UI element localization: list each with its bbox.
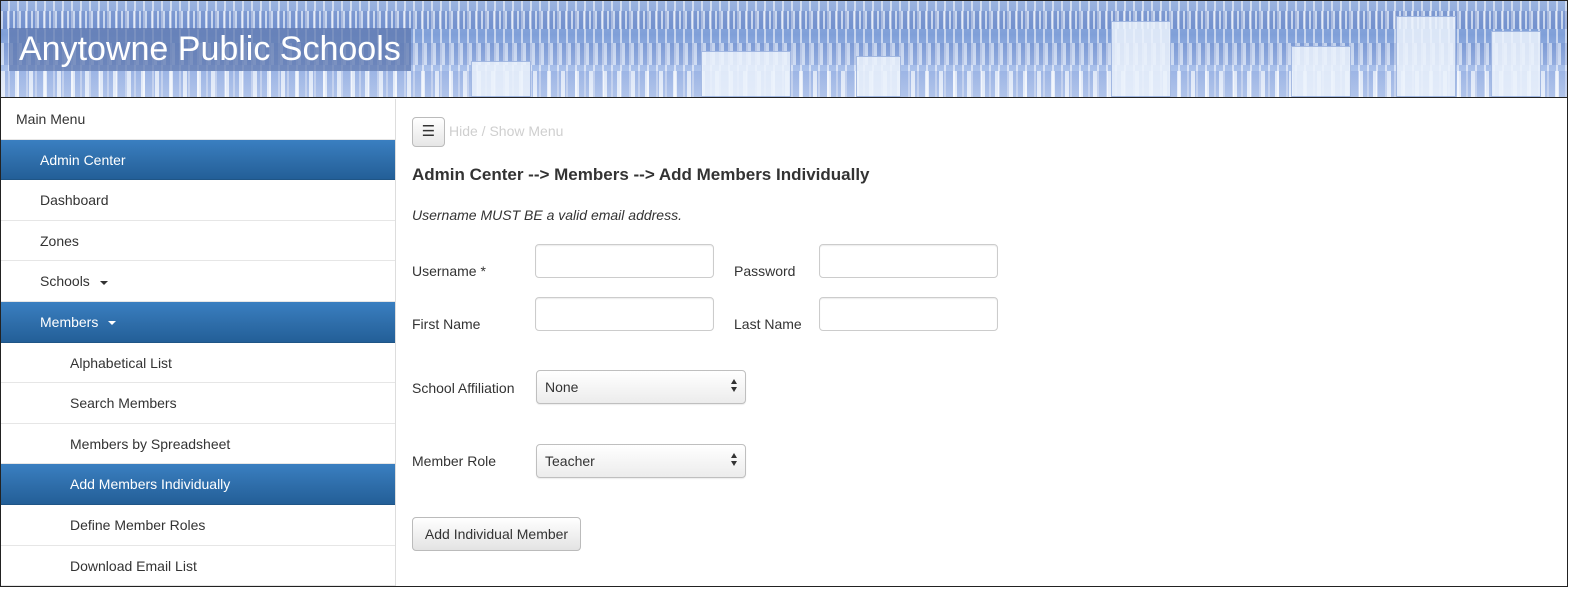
sidebar-item-label: Admin Center: [40, 151, 126, 168]
banner-decoration: [1111, 21, 1171, 97]
member-role-value: Teacher: [545, 453, 595, 469]
site-title: Anytowne Public Schools: [19, 30, 401, 68]
last-name-input[interactable]: [819, 297, 998, 331]
banner-decoration: [471, 61, 531, 97]
hide-show-menu-button[interactable]: ☰: [412, 117, 445, 147]
sidebar-item-main-menu[interactable]: Main Menu: [1, 99, 395, 140]
sidebar-item-download-email-list[interactable]: Download Email List: [1, 546, 395, 586]
caret-down-icon: [108, 321, 117, 326]
select-arrows-icon: [731, 379, 739, 395]
sidebar-item-zones[interactable]: Zones: [1, 221, 395, 262]
last-name-label: Last Name: [734, 316, 802, 332]
main-content: ☰ Hide / Show Menu Admin Center --> Memb…: [412, 99, 1552, 586]
site-header-banner: Anytowne Public Schools: [1, 1, 1567, 98]
banner-decoration: [856, 56, 901, 97]
site-title-box: Anytowne Public Schools: [9, 28, 411, 71]
sidebar-item-label: Main Menu: [16, 111, 86, 127]
school-affiliation-select[interactable]: None: [536, 370, 746, 404]
banner-decoration: [1291, 46, 1351, 97]
first-name-label: First Name: [412, 316, 481, 332]
hamburger-icon: ☰: [421, 123, 436, 140]
member-role-label: Member Role: [412, 453, 497, 469]
sidebar-item-dashboard[interactable]: Dashboard: [1, 180, 395, 221]
add-individual-member-button[interactable]: Add Individual Member: [412, 517, 581, 551]
school-affiliation-label: School Affiliation: [412, 380, 515, 396]
banner-decoration: [1491, 31, 1541, 97]
member-role-select[interactable]: Teacher: [536, 444, 746, 478]
sidebar-nav: Main Menu Admin Center Dashboard Zones S…: [1, 99, 396, 586]
caret-down-icon: [99, 280, 108, 285]
sidebar-item-members-by-spreadsheet[interactable]: Members by Spreadsheet: [1, 424, 395, 465]
select-arrows-icon: [731, 453, 739, 469]
password-input[interactable]: [819, 244, 998, 278]
sidebar-item-add-members-individually[interactable]: Add Members Individually: [1, 464, 395, 505]
username-label: Username *: [412, 263, 486, 279]
sidebar-item-label: Members: [40, 313, 99, 330]
banner-decoration: [1, 11, 1567, 29]
sidebar-item-define-member-roles[interactable]: Define Member Roles: [1, 505, 395, 546]
sidebar-item-members[interactable]: Members: [1, 301, 395, 343]
sidebar-item-label: Add Members Individually: [70, 476, 231, 493]
username-input[interactable]: [535, 244, 714, 278]
sidebar-item-label: Schools: [40, 273, 90, 290]
sidebar-item-alphabetical-list[interactable]: Alphabetical List: [1, 343, 395, 384]
hide-show-menu-label[interactable]: Hide / Show Menu: [449, 123, 563, 139]
sidebar-item-label: Alphabetical List: [70, 354, 172, 371]
sidebar-item-search-members[interactable]: Search Members: [1, 383, 395, 424]
sidebar-item-admin-center[interactable]: Admin Center: [1, 139, 395, 181]
sidebar-item-label: Define Member Roles: [70, 516, 206, 533]
sidebar-item-label: Members by Spreadsheet: [70, 435, 231, 452]
sidebar-item-label: Search Members: [70, 395, 177, 412]
app-window: Anytowne Public Schools Main Menu Admin …: [0, 0, 1568, 587]
username-note: Username MUST BE a valid email address.: [412, 207, 682, 223]
password-label: Password: [734, 263, 796, 279]
sidebar-item-label: Zones: [40, 232, 79, 249]
sidebar-item-label: Dashboard: [40, 192, 109, 209]
page-title: Admin Center --> Members --> Add Members…: [412, 165, 870, 184]
sidebar-item-schools[interactable]: Schools: [1, 261, 395, 302]
banner-decoration: [701, 51, 791, 97]
school-affiliation-value: None: [545, 379, 579, 395]
sidebar-item-label: Download Email List: [70, 557, 197, 574]
banner-decoration: [1396, 16, 1456, 97]
first-name-input[interactable]: [535, 297, 714, 331]
